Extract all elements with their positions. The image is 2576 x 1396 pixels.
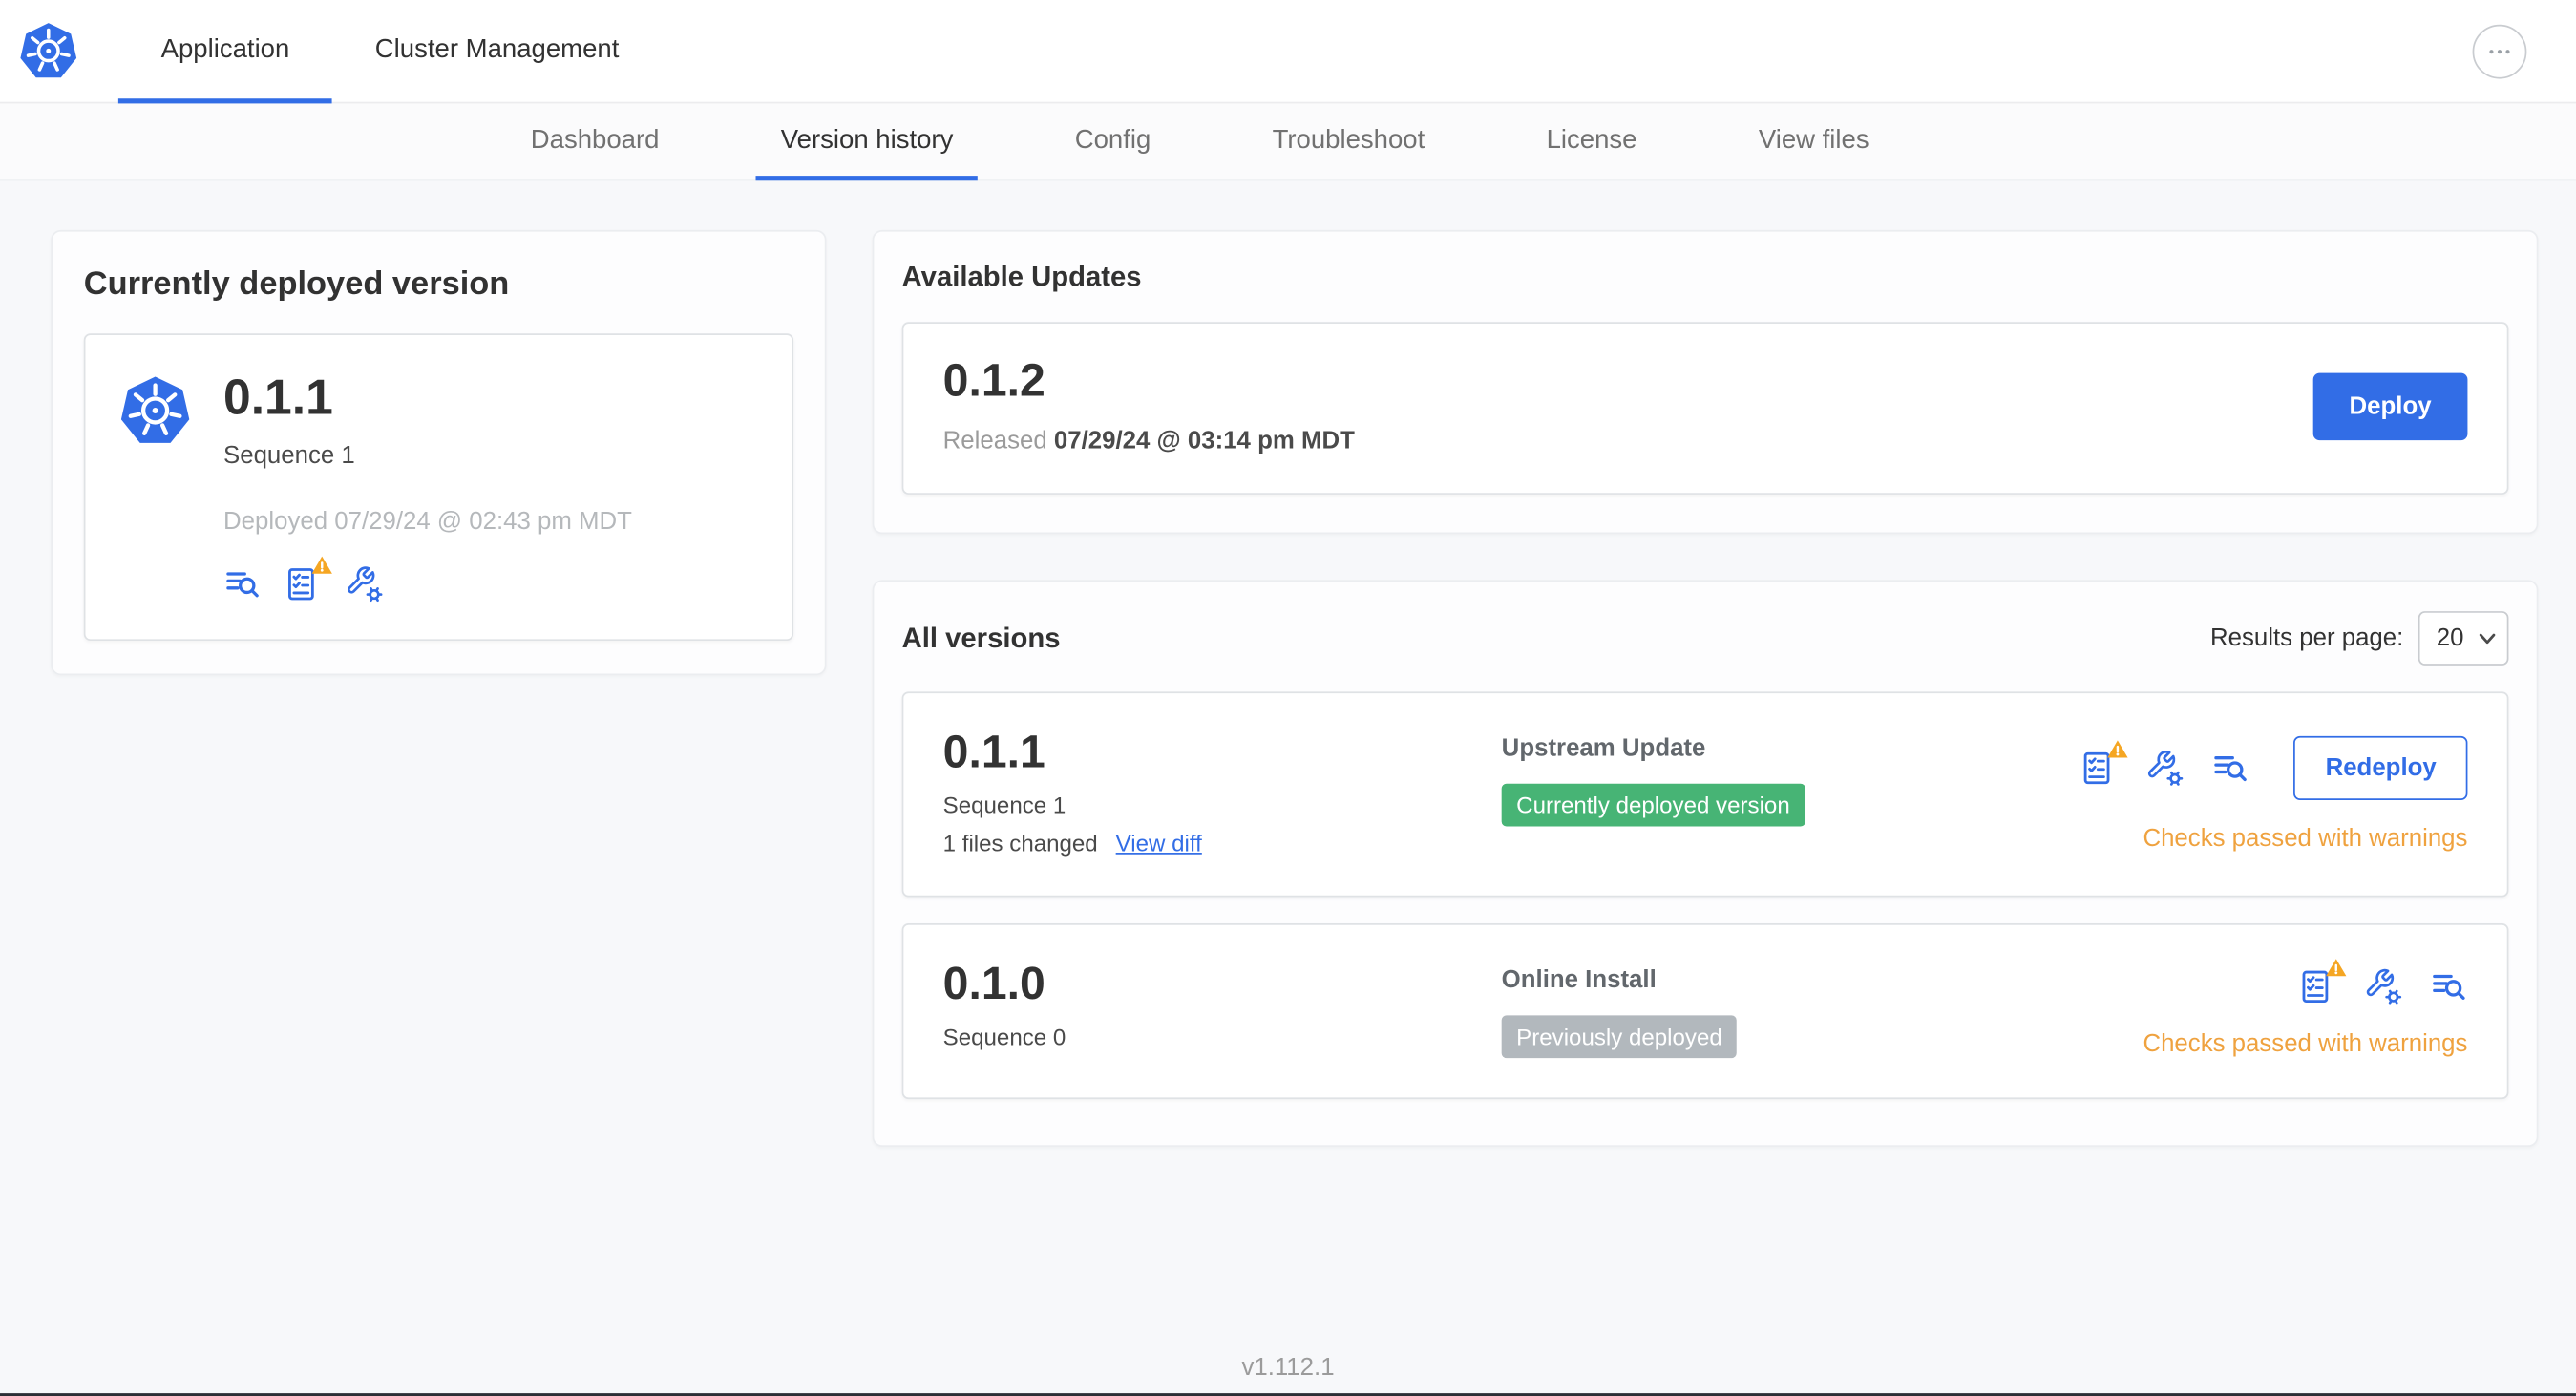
subnav-tab-troubleshoot-label: Troubleshoot — [1272, 126, 1425, 155]
files-changed-label: 1 files changed — [942, 829, 1098, 857]
version-row-action-icons — [2298, 967, 2467, 1005]
currently-deployed-card: 0.1.1 Sequence 1 Deployed 07/29/24 @ 02:… — [83, 333, 794, 642]
version-number: 0.1.1 — [942, 726, 1045, 777]
ellipsis-icon — [2485, 37, 2513, 65]
header-tabs: Application Cluster Management — [117, 0, 662, 104]
released-date: 07/29/24 @ 03:14 pm MDT — [1053, 427, 1355, 455]
results-per-page-label: Results per page: — [2210, 624, 2404, 653]
update-version-number: 0.1.2 — [942, 354, 1045, 407]
currently-deployed-info: 0.1.1 Sequence 1 Deployed 07/29/24 @ 02:… — [223, 370, 632, 603]
app-header: Application Cluster Management — [0, 0, 2576, 104]
all-versions-title: All versions — [901, 622, 1061, 653]
available-update-card: 0.1.2 Released 07/29/24 @ 03:14 pm MDT D… — [901, 322, 2509, 495]
current-sequence-label: Sequence 1 — [223, 441, 355, 471]
subnav-tab-license-label: License — [1546, 126, 1637, 155]
results-per-page-dropdown[interactable]: 20 — [2418, 611, 2509, 666]
all-versions-panel: All versions Results per page: 20 0.1.1 … — [872, 580, 2539, 1148]
right-column: Available Updates 0.1.2 Released 07/29/2… — [872, 229, 2539, 1148]
edit-config-icon[interactable] — [2364, 967, 2402, 1005]
tab-cluster-management-label: Cluster Management — [374, 35, 620, 65]
subnav-tab-troubleshoot[interactable]: Troubleshoot — [1212, 103, 1486, 179]
available-updates-title: Available Updates — [901, 261, 1142, 293]
preflight-checklist-icon — [285, 565, 323, 603]
status-badge: Currently deployed version — [1501, 783, 1805, 827]
version-row-source: Upstream Update Currently deployed versi… — [1501, 730, 2081, 827]
subnav-tab-dashboard[interactable]: Dashboard — [470, 103, 720, 179]
subnav-tab-view-files-label: View files — [1758, 126, 1869, 155]
preflight-checks-button[interactable] — [285, 565, 323, 603]
update-released-line: Released 07/29/24 @ 03:14 pm MDT — [943, 427, 1355, 455]
subnav-tab-config[interactable]: Config — [1014, 103, 1212, 179]
more-menu-button[interactable] — [2472, 23, 2527, 78]
preflight-checklist-icon — [2298, 967, 2336, 1005]
view-logs-icon[interactable] — [2430, 967, 2468, 1005]
preflight-checks-button[interactable] — [2080, 750, 2119, 788]
currently-deployed-title: Currently deployed version — [83, 265, 510, 303]
view-diff-link[interactable]: View diff — [1116, 830, 1202, 857]
source-label: Upstream Update — [1501, 734, 1706, 763]
subnav-tab-view-files[interactable]: View files — [1698, 103, 1930, 179]
results-per-page: Results per page: 20 — [2210, 611, 2509, 666]
currently-deployed-panel: Currently deployed version 0.1.1 Sequenc… — [51, 229, 827, 676]
version-row-actions: Checks passed with warnings — [2143, 962, 2468, 1059]
deploy-button[interactable]: Deploy — [2312, 372, 2468, 441]
preflight-checklist-icon — [2080, 750, 2119, 788]
files-changed-line: 1 files changed View diff — [943, 830, 1502, 857]
version-row: 0.1.1 Sequence 1 1 files changed View di… — [901, 691, 2509, 898]
version-row-action-icons: Redeploy — [2080, 735, 2468, 800]
current-version-number: 0.1.1 — [223, 370, 333, 426]
subnav-tab-config-label: Config — [1074, 126, 1151, 155]
version-row-actions: Redeploy Checks passed with warnings — [2080, 730, 2468, 854]
all-versions-header: All versions Results per page: 20 — [902, 611, 2509, 666]
subnav: Dashboard Version history Config Trouble… — [0, 103, 2576, 181]
current-deployed-date: Deployed 07/29/24 @ 02:43 pm MDT — [223, 507, 632, 536]
preflight-checks-button[interactable] — [2298, 967, 2336, 1005]
app-window: Application Cluster Management Dashboard… — [0, 0, 2576, 1396]
checks-status-text: Checks passed with warnings — [2143, 824, 2468, 854]
results-per-page-select[interactable]: 20 — [2418, 611, 2509, 666]
version-row-source: Online Install Previously deployed — [1501, 962, 2143, 1059]
tab-application[interactable]: Application — [117, 0, 333, 104]
subnav-tab-dashboard-label: Dashboard — [530, 126, 660, 155]
current-version-actions — [223, 565, 632, 603]
version-row: 0.1.0 Sequence 0 Online Install Previous… — [901, 923, 2509, 1100]
status-badge: Previously deployed — [1501, 1015, 1738, 1059]
tab-application-label: Application — [160, 35, 290, 65]
sequence-label: Sequence 0 — [942, 1023, 1066, 1050]
available-update-info: 0.1.2 Released 07/29/24 @ 03:14 pm MDT — [942, 354, 1355, 455]
version-row-info: 0.1.1 Sequence 1 1 files changed View di… — [942, 726, 1502, 857]
subnav-tab-version-history-label: Version history — [780, 126, 954, 155]
view-logs-icon[interactable] — [223, 565, 262, 603]
redeploy-button[interactable]: Redeploy — [2293, 735, 2468, 800]
app-version-footer: v1.112.1 — [1241, 1353, 1335, 1383]
checks-status-text: Checks passed with warnings — [2143, 1029, 2468, 1059]
tab-cluster-management[interactable]: Cluster Management — [332, 0, 662, 102]
main-content: Currently deployed version 0.1.1 Sequenc… — [0, 180, 2576, 1148]
source-label: Online Install — [1501, 965, 1657, 994]
version-row-info: 0.1.0 Sequence 0 — [942, 958, 1502, 1050]
edit-config-icon[interactable] — [345, 565, 383, 603]
sequence-label: Sequence 1 — [942, 792, 1066, 818]
kubernetes-app-icon — [118, 374, 192, 603]
edit-config-icon[interactable] — [2146, 750, 2185, 788]
subnav-tab-version-history[interactable]: Version history — [720, 103, 1014, 181]
released-label: Released — [942, 427, 1047, 455]
version-number: 0.1.0 — [942, 958, 1045, 1009]
subnav-tab-license[interactable]: License — [1486, 103, 1698, 179]
view-logs-icon[interactable] — [2212, 750, 2250, 788]
kubernetes-logo-icon — [0, 0, 79, 102]
available-updates-panel: Available Updates 0.1.2 Released 07/29/2… — [872, 229, 2539, 535]
